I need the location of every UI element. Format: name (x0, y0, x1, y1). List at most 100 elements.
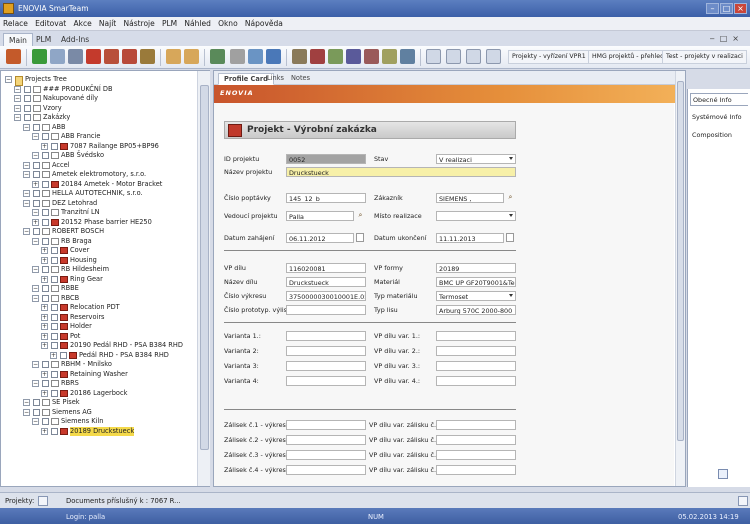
datum-zahajeni-field[interactable]: 06.11.2012 (286, 233, 354, 243)
dropdown-arrow-icon[interactable] (509, 157, 513, 160)
checkbox-icon[interactable] (51, 332, 58, 340)
check-out-icon[interactable] (122, 49, 137, 64)
expand-icon[interactable]: + (50, 351, 57, 359)
checkbox-icon[interactable] (42, 133, 49, 140)
expand-icon[interactable]: − (32, 418, 39, 425)
form-scroll-thumb[interactable] (677, 81, 684, 441)
checkbox-icon[interactable] (60, 351, 67, 359)
expand-icon[interactable]: − (5, 76, 12, 83)
print-icon[interactable] (230, 49, 245, 64)
minimize-icon[interactable]: – (706, 3, 719, 14)
checkbox-icon[interactable] (42, 294, 49, 302)
vp-zalisek-3-field[interactable] (436, 450, 516, 460)
expand-icon[interactable]: − (23, 171, 30, 178)
expand-icon[interactable]: − (23, 228, 30, 235)
close-icon[interactable]: × (734, 3, 747, 14)
checkbox-icon[interactable] (42, 285, 49, 292)
vp-zalisek-2-field[interactable] (436, 435, 516, 445)
zalisek-1-field[interactable] (286, 420, 366, 430)
vp-var-3-field[interactable] (436, 361, 516, 371)
view-icon[interactable] (248, 49, 263, 64)
mdi-controls-icon[interactable]: ‒□× (710, 34, 744, 43)
expand-icon[interactable]: − (32, 361, 39, 368)
varianta-2-field[interactable] (286, 346, 366, 356)
checkbox-icon[interactable] (51, 323, 58, 330)
vp-zalisek-4-field[interactable] (436, 465, 516, 475)
varianta-4-field[interactable] (286, 376, 366, 386)
expand-icon[interactable]: − (32, 380, 39, 387)
lookup-icon[interactable]: ⌕ (356, 211, 365, 220)
lifecycle-icon[interactable] (310, 49, 325, 64)
lookup-icon[interactable]: ⌕ (506, 193, 515, 202)
expand-icon[interactable]: − (23, 190, 30, 197)
properties-icon[interactable] (346, 49, 361, 64)
tab-main[interactable]: Main (3, 33, 33, 46)
menu-okno[interactable]: Okno (215, 17, 240, 28)
expand-icon[interactable]: − (14, 95, 21, 102)
checkbox-icon[interactable] (33, 399, 40, 406)
checkbox-icon[interactable] (33, 408, 40, 416)
expand-icon[interactable]: + (41, 323, 48, 330)
checkbox-icon[interactable] (42, 266, 49, 273)
vedouci-projektu-field[interactable]: Palla (286, 211, 354, 221)
checkbox-icon[interactable] (24, 95, 31, 102)
vp-var-1-field[interactable] (436, 331, 516, 341)
typ-materialu-select[interactable]: Termoset (436, 291, 516, 301)
menu-nahled[interactable]: Náhled (181, 17, 212, 28)
expand-icon[interactable]: − (23, 199, 30, 207)
stav-select[interactable]: V realizaci (436, 154, 516, 164)
expand-icon[interactable]: − (32, 285, 39, 292)
checkbox-icon[interactable] (51, 342, 58, 349)
zalisek-2-field[interactable] (286, 435, 366, 445)
checkbox-icon[interactable] (42, 380, 49, 387)
expand-icon[interactable]: + (41, 313, 48, 321)
maximize-icon[interactable]: □ (720, 3, 733, 14)
checkbox-icon[interactable] (51, 389, 58, 397)
checkbox-icon[interactable] (42, 237, 49, 245)
checkbox-icon[interactable] (33, 161, 40, 169)
expand-icon[interactable]: − (14, 85, 21, 93)
checkbox-icon[interactable] (51, 275, 58, 283)
checkbox-icon[interactable] (51, 304, 58, 311)
tab-add-ins[interactable]: Add-Ins (56, 33, 94, 46)
open-icon[interactable] (6, 49, 21, 64)
checkbox-icon[interactable] (51, 256, 58, 264)
expand-icon[interactable]: − (32, 294, 39, 302)
expand-icon[interactable]: + (41, 332, 48, 340)
calendar-icon[interactable] (356, 233, 364, 242)
search-icon[interactable] (166, 49, 181, 64)
checkbox-icon[interactable] (51, 142, 58, 150)
checkbox-icon[interactable] (51, 370, 58, 378)
menu-najit[interactable]: Najít (96, 17, 118, 28)
expand-icon[interactable]: + (41, 247, 48, 254)
vp-var-4-field[interactable] (436, 376, 516, 386)
expand-icon[interactable]: + (41, 142, 48, 150)
checkbox-icon[interactable] (33, 228, 40, 235)
vp-var-2-field[interactable] (436, 346, 516, 356)
cislo-poptavky-field[interactable]: 145_12_b (286, 193, 366, 203)
checkbox-icon[interactable] (51, 427, 58, 435)
menu-nastroje[interactable]: Nástroje (120, 17, 156, 28)
layout-icon[interactable] (426, 49, 441, 64)
expand-icon[interactable]: − (23, 408, 30, 416)
checkbox-icon[interactable] (42, 209, 49, 216)
dropdown-arrow-icon[interactable] (509, 214, 513, 217)
nazev-projektu-field[interactable]: Druckstueck (286, 167, 516, 177)
find-icon[interactable] (184, 49, 199, 64)
checkbox-icon[interactable] (33, 171, 40, 178)
tree-scrollbar[interactable] (197, 71, 210, 486)
side-composition[interactable]: Composition (690, 129, 748, 142)
vp-dilu-field[interactable]: 116020081 (286, 263, 366, 273)
varianta-3-field[interactable] (286, 361, 366, 371)
checkbox-icon[interactable] (24, 114, 31, 121)
typ-lisu-field[interactable]: Arburg 570C 2000-800 (436, 305, 516, 315)
projekty-tab-icon[interactable] (38, 496, 48, 506)
documents-tab[interactable]: Documents příslušný k : 7067 R... (66, 497, 181, 505)
zakaznik-field[interactable]: SIEMENS , (436, 193, 504, 203)
vp-zalisek-1-field[interactable] (436, 420, 516, 430)
add-link-icon[interactable] (50, 49, 65, 64)
menu-plm[interactable]: PLM (159, 17, 179, 28)
checkbox-icon[interactable] (42, 152, 49, 159)
query-vpr1-button[interactable]: Projekty - vyřízení VPR1 (508, 50, 590, 64)
checkbox-icon[interactable] (42, 218, 49, 226)
